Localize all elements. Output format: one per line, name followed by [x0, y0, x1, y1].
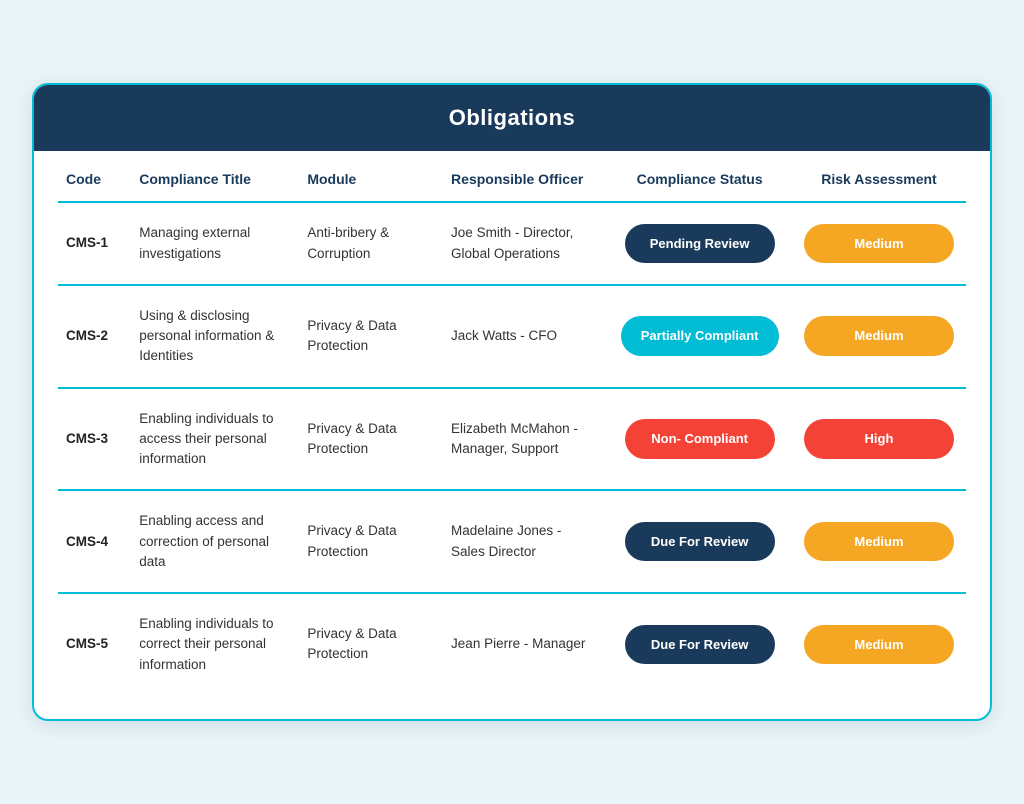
table-row: CMS-3 Enabling individuals to access the… [58, 388, 966, 491]
risk-badge: Medium [804, 625, 954, 665]
obligations-card: Obligations Code Compliance Title Module… [32, 83, 992, 721]
cell-module: Privacy & Data Protection [295, 593, 439, 695]
cell-status: Pending Review [607, 202, 792, 285]
cell-officer: Elizabeth McMahon - Manager, Support [439, 388, 607, 491]
cell-module: Privacy & Data Protection [295, 388, 439, 491]
table-row: CMS-1 Managing external investigations A… [58, 202, 966, 285]
status-badge: Non- Compliant [625, 419, 775, 459]
cell-compliance-title: Using & disclosing personal information … [127, 285, 295, 388]
risk-badge: High [804, 419, 954, 459]
cell-status: Non- Compliant [607, 388, 792, 491]
cell-compliance-title: Managing external investigations [127, 202, 295, 285]
cell-module: Privacy & Data Protection [295, 285, 439, 388]
cell-status: Due For Review [607, 593, 792, 695]
cell-status: Partially Compliant [607, 285, 792, 388]
status-badge: Due For Review [625, 522, 775, 562]
cell-officer: Jack Watts - CFO [439, 285, 607, 388]
cell-compliance-title: Enabling individuals to correct their pe… [127, 593, 295, 695]
table-row: CMS-4 Enabling access and correction of … [58, 490, 966, 593]
cell-code: CMS-2 [58, 285, 127, 388]
cell-module: Anti-bribery & Corruption [295, 202, 439, 285]
cell-risk: Medium [792, 202, 966, 285]
cell-module: Privacy & Data Protection [295, 490, 439, 593]
cell-compliance-title: Enabling access and correction of person… [127, 490, 295, 593]
risk-badge: Medium [804, 522, 954, 562]
table-row: CMS-5 Enabling individuals to correct th… [58, 593, 966, 695]
col-header-risk: Risk Assessment [792, 151, 966, 202]
cell-code: CMS-5 [58, 593, 127, 695]
col-header-status: Compliance Status [607, 151, 792, 202]
cell-officer: Madelaine Jones - Sales Director [439, 490, 607, 593]
col-header-module: Module [295, 151, 439, 202]
status-badge: Partially Compliant [621, 316, 779, 356]
cell-code: CMS-3 [58, 388, 127, 491]
table-container: Code Compliance Title Module Responsible… [34, 151, 990, 719]
status-badge: Pending Review [625, 224, 775, 264]
cell-risk: Medium [792, 285, 966, 388]
cell-code: CMS-1 [58, 202, 127, 285]
cell-status: Due For Review [607, 490, 792, 593]
obligations-table: Code Compliance Title Module Responsible… [58, 151, 966, 695]
cell-officer: Jean Pierre - Manager [439, 593, 607, 695]
col-header-officer: Responsible Officer [439, 151, 607, 202]
cell-compliance-title: Enabling individuals to access their per… [127, 388, 295, 491]
col-header-compliance-title: Compliance Title [127, 151, 295, 202]
table-header-row: Code Compliance Title Module Responsible… [58, 151, 966, 202]
risk-badge: Medium [804, 316, 954, 356]
card-header: Obligations [34, 85, 990, 151]
cell-code: CMS-4 [58, 490, 127, 593]
table-row: CMS-2 Using & disclosing personal inform… [58, 285, 966, 388]
cell-risk: Medium [792, 490, 966, 593]
risk-badge: Medium [804, 224, 954, 264]
col-header-code: Code [58, 151, 127, 202]
cell-risk: Medium [792, 593, 966, 695]
cell-officer: Joe Smith - Director, Global Operations [439, 202, 607, 285]
cell-risk: High [792, 388, 966, 491]
page-title: Obligations [66, 105, 958, 131]
status-badge: Due For Review [625, 625, 775, 665]
